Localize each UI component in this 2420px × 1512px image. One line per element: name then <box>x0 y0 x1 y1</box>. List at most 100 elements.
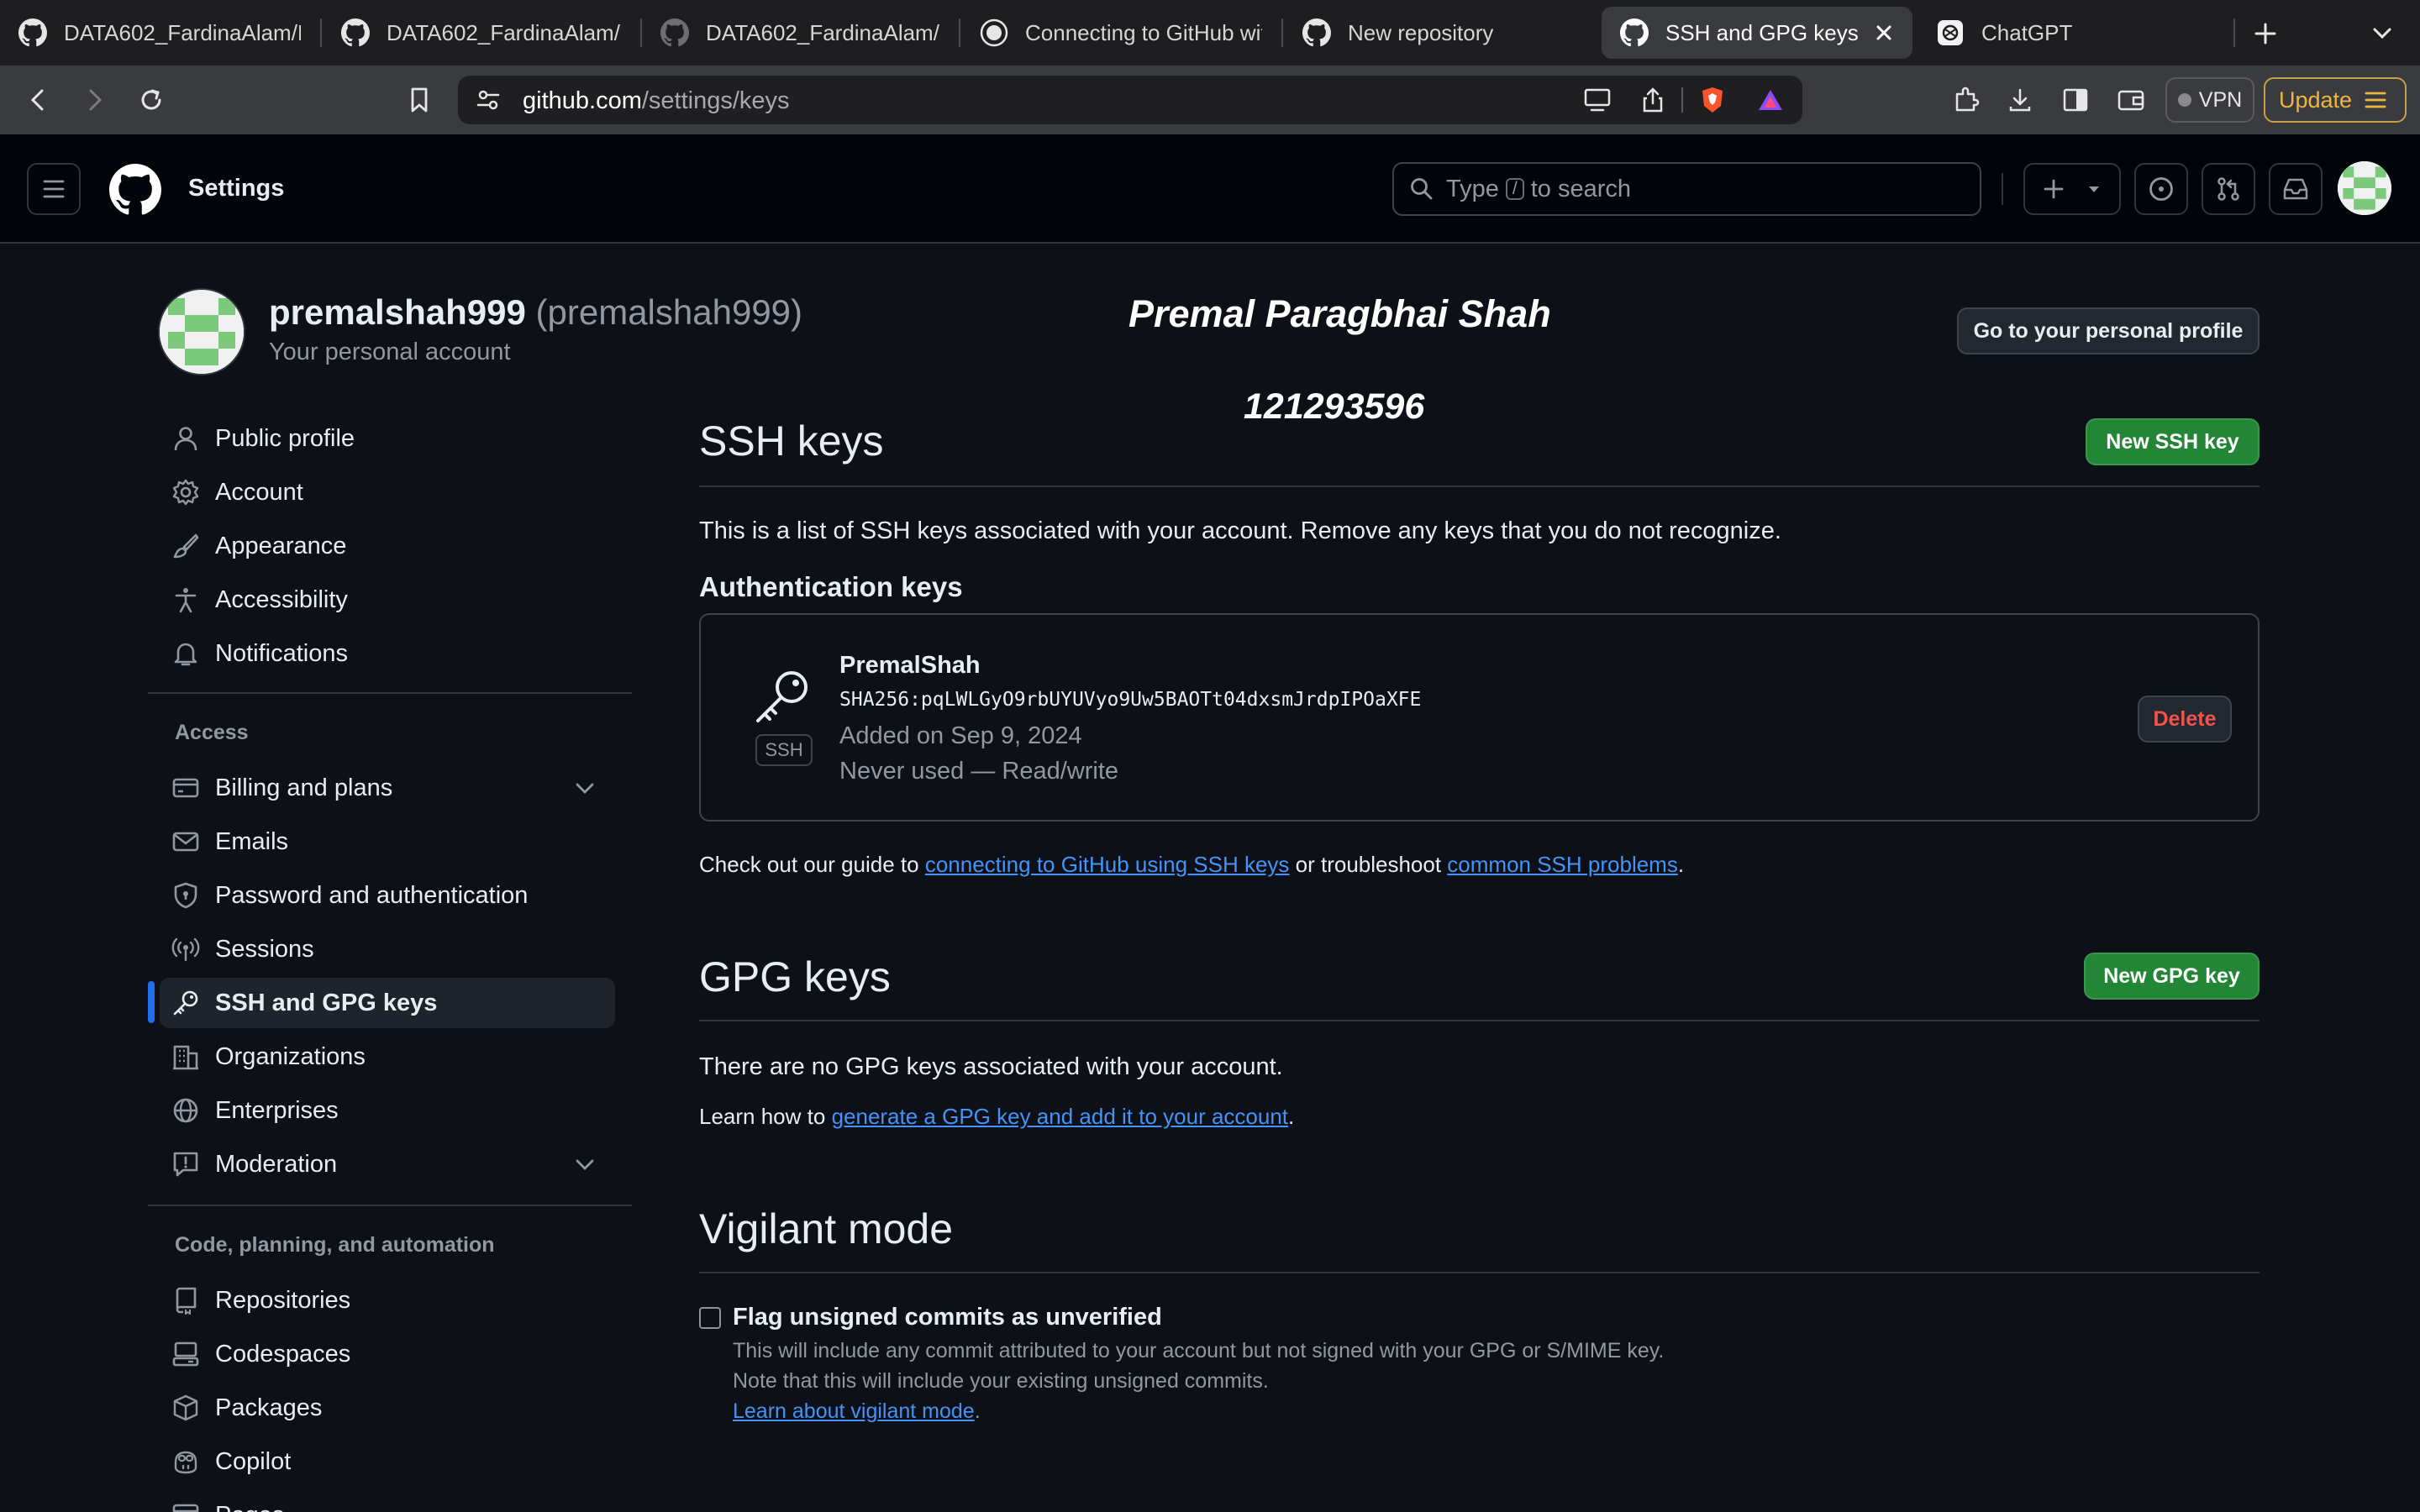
tab-separator <box>320 18 322 47</box>
tab-label: ChatGPT <box>1981 19 2073 45</box>
update-button[interactable]: Update <box>2264 77 2407 123</box>
reload-icon[interactable] <box>133 81 170 118</box>
sidebar-item-notifications[interactable]: Notifications <box>160 628 615 679</box>
browser-tab[interactable]: Connecting to GitHub with <box>961 7 1281 59</box>
gear-icon <box>172 479 199 506</box>
sidebar-item-ssh-gpg-keys[interactable]: SSH and GPG keys <box>160 978 615 1028</box>
browser-tab[interactable]: DATA602_FardinaAlam/HW <box>323 7 639 59</box>
profile-subtitle: Your personal account <box>269 339 511 365</box>
sidebar-item-emails[interactable]: Emails <box>160 816 615 867</box>
tab-search-chevron-icon[interactable] <box>2365 17 2399 50</box>
create-new-button[interactable] <box>2023 163 2121 215</box>
ssh-key-added: Added on Sep 9, 2024 <box>839 722 1082 749</box>
browser-tab-active[interactable]: SSH and GPG keys <box>1602 7 1912 59</box>
globe-icon <box>173 1098 198 1123</box>
sidebar-item-sessions[interactable]: Sessions <box>160 924 615 974</box>
flag-unsigned-commits-label[interactable]: Flag unsigned commits as unverified <box>733 1304 1162 1331</box>
browser-tab[interactable]: DATA602_FardinaAlam/HW <box>0 7 319 59</box>
sidebar-item-label: Sessions <box>215 935 314 963</box>
sidebar-item-enterprises[interactable]: Enterprises <box>160 1085 615 1136</box>
sidebar-item-account[interactable]: Account <box>160 467 615 517</box>
browser-tab[interactable]: New repository <box>1284 7 1603 59</box>
sidebar-item-packages[interactable]: Packages <box>160 1383 615 1433</box>
share-icon[interactable] <box>1636 83 1670 117</box>
close-tab-icon[interactable] <box>1870 19 1897 46</box>
bookmark-icon[interactable] <box>401 81 438 118</box>
sidebar-item-moderation[interactable]: Moderation <box>160 1139 615 1189</box>
chevron-down-icon[interactable] <box>571 774 598 801</box>
omnibox-divider <box>1681 87 1683 113</box>
sidebar-toggle-icon[interactable] <box>2057 81 2094 118</box>
github-icon <box>1620 18 1649 47</box>
generate-gpg-key-link[interactable]: generate a GPG key and add it to your ac… <box>832 1104 1288 1129</box>
wallet-icon[interactable] <box>2112 81 2149 118</box>
sidebar-item-billing[interactable]: Billing and plans <box>160 763 615 813</box>
sidebar-item-appearance[interactable]: Appearance <box>160 521 615 571</box>
ssh-guide-link[interactable]: connecting to GitHub using SSH keys <box>925 852 1290 877</box>
sidebar-item-pages[interactable]: Pages <box>160 1490 615 1512</box>
sidebar-item-organizations[interactable]: Organizations <box>160 1032 615 1082</box>
key-icon <box>756 671 808 722</box>
new-tab-icon[interactable] <box>2249 17 2282 50</box>
vpn-button[interactable]: VPN <box>2165 77 2254 123</box>
global-nav-menu-button[interactable] <box>27 163 81 215</box>
new-ssh-key-button[interactable]: New SSH key <box>2086 418 2260 465</box>
sidebar-item-label: Enterprises <box>215 1096 339 1124</box>
search-input[interactable]: Type / to search <box>1392 162 1981 216</box>
sidebar-item-codespaces[interactable]: Codespaces <box>160 1329 615 1379</box>
pull-requests-button[interactable] <box>2202 163 2255 215</box>
ssh-guide-suffix: . <box>1677 852 1685 877</box>
browser-tab[interactable]: ChatGPT <box>1918 7 2220 59</box>
chevron-down-icon[interactable] <box>571 1151 598 1178</box>
bell-icon <box>174 643 197 666</box>
ssh-problems-link[interactable]: common SSH problems <box>1447 852 1678 877</box>
address-bar[interactable]: github.com/settings/keys <box>458 76 1802 124</box>
section-divider <box>699 1272 2260 1273</box>
tab-label: Connecting to GitHub with <box>1025 19 1262 45</box>
back-icon[interactable] <box>20 81 57 118</box>
brave-rewards-icon[interactable] <box>1754 83 1787 117</box>
extensions-icon[interactable] <box>1948 81 1985 118</box>
download-icon[interactable] <box>2002 81 2039 118</box>
ssh-guide-middle: or troubleshoot <box>1289 852 1448 877</box>
package-icon <box>173 1394 198 1421</box>
sidebar-item-label: Notifications <box>215 639 348 667</box>
authentication-keys-heading: Authentication keys <box>699 571 963 602</box>
sidebar-item-accessibility[interactable]: Accessibility <box>160 575 615 625</box>
cast-icon[interactable] <box>1581 83 1614 117</box>
header-context-title[interactable]: Settings <box>188 175 284 202</box>
profile-handle: (premalshah999) <box>535 292 803 332</box>
delete-key-button[interactable]: Delete <box>2138 696 2232 743</box>
menu-icon <box>2365 92 2386 108</box>
vigilant-note-1: This will include any commit attributed … <box>733 1339 1665 1362</box>
sidebar-heading-code: Code, planning, and automation <box>175 1233 495 1257</box>
inbox-button[interactable] <box>2269 163 2323 215</box>
go-to-profile-button[interactable]: Go to your personal profile <box>1957 307 2260 354</box>
repo-icon <box>176 1287 197 1315</box>
vigilant-mode-link[interactable]: Learn about vigilant mode <box>733 1399 975 1423</box>
sidebar-item-label: Public profile <box>215 424 355 452</box>
issues-button[interactable] <box>2134 163 2188 215</box>
browser-toolbar: github.com/settings/keys VPN Update <box>0 66 2420 134</box>
github-logo-icon[interactable] <box>109 164 161 216</box>
codespaces-icon <box>172 1341 199 1367</box>
tab-separator <box>2233 18 2235 47</box>
ssh-keys-heading: SSH keys <box>699 417 884 465</box>
url-text: github.com/settings/keys <box>523 87 790 115</box>
ssh-type-badge: SSH <box>755 734 813 766</box>
forward-icon[interactable] <box>76 81 113 118</box>
sidebar-item-label: Organizations <box>215 1042 366 1070</box>
hamburger-icon <box>43 180 65 198</box>
flag-unsigned-commits-checkbox[interactable] <box>699 1307 721 1329</box>
sidebar-item-password[interactable]: Password and authentication <box>160 870 615 921</box>
sidebar-item-public-profile[interactable]: Public profile <box>160 413 615 464</box>
browser-tab[interactable]: DATA602_FardinaAlam/HW <box>642 7 958 59</box>
sidebar-item-label: SSH and GPG keys <box>215 989 438 1016</box>
brave-shields-icon[interactable] <box>1696 83 1729 117</box>
site-settings-icon[interactable] <box>471 83 505 117</box>
new-gpg-key-button[interactable]: New GPG key <box>2084 953 2260 1000</box>
sidebar-item-repositories[interactable]: Repositories <box>160 1275 615 1326</box>
user-avatar[interactable] <box>2338 161 2391 215</box>
sidebar-item-copilot[interactable]: Copilot <box>160 1436 615 1487</box>
sidebar-item-label: Appearance <box>215 532 347 559</box>
